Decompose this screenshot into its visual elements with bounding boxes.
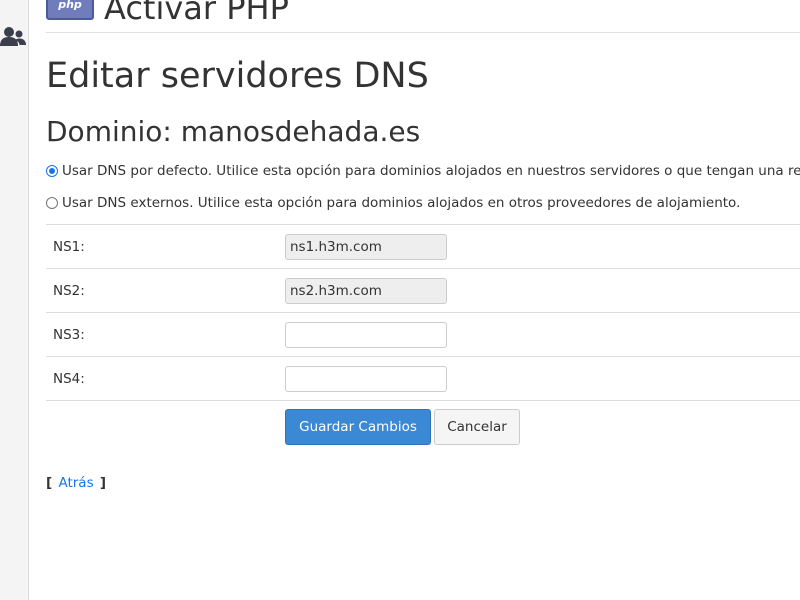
users-icon[interactable]	[0, 24, 26, 50]
php-icon: php	[46, 0, 94, 20]
app-title: Activar PHP	[104, 0, 289, 27]
ns2-input[interactable]	[285, 278, 447, 304]
default-dns-label: Usar DNS por defecto. Utilice esta opció…	[62, 163, 800, 179]
domain-heading: Dominio: manosdehada.es	[46, 115, 421, 148]
default-dns-radio[interactable]	[46, 165, 58, 177]
ns3-input[interactable]	[285, 322, 447, 348]
bracket-close: ]	[99, 475, 107, 491]
external-dns-label: Usar DNS externos. Utilice esta opción p…	[62, 195, 741, 211]
page-title: Editar servidores DNS	[46, 56, 429, 96]
main-content: php Activar PHP Editar servidores DNS Do…	[46, 0, 800, 600]
cancel-button[interactable]: Cancelar	[434, 409, 520, 445]
back-link[interactable]: Atrás	[58, 475, 93, 491]
external-dns-radio[interactable]	[46, 197, 58, 209]
ns3-row: NS3:	[46, 312, 800, 357]
ns1-input[interactable]	[285, 234, 447, 260]
bracket-open: [	[46, 475, 53, 491]
ns1-label: NS1:	[53, 239, 85, 255]
table-bottom-divider	[46, 400, 800, 401]
back-navigation: [ Atrás ]	[46, 473, 106, 493]
ns4-label: NS4:	[53, 371, 85, 387]
default-dns-option[interactable]: Usar DNS por defecto. Utilice esta opció…	[46, 161, 800, 181]
ns3-label: NS3:	[53, 327, 85, 343]
ns1-row: NS1:	[46, 224, 800, 269]
save-changes-button[interactable]: Guardar Cambios	[285, 409, 431, 445]
external-dns-option[interactable]: Usar DNS externos. Utilice esta opción p…	[46, 193, 740, 213]
ns4-input[interactable]	[285, 366, 447, 392]
left-sidebar	[0, 0, 29, 600]
top-bar: php Activar PHP	[46, 0, 800, 33]
ns4-row: NS4:	[46, 356, 800, 401]
ns2-row: NS2:	[46, 268, 800, 313]
ns2-label: NS2:	[53, 283, 85, 299]
